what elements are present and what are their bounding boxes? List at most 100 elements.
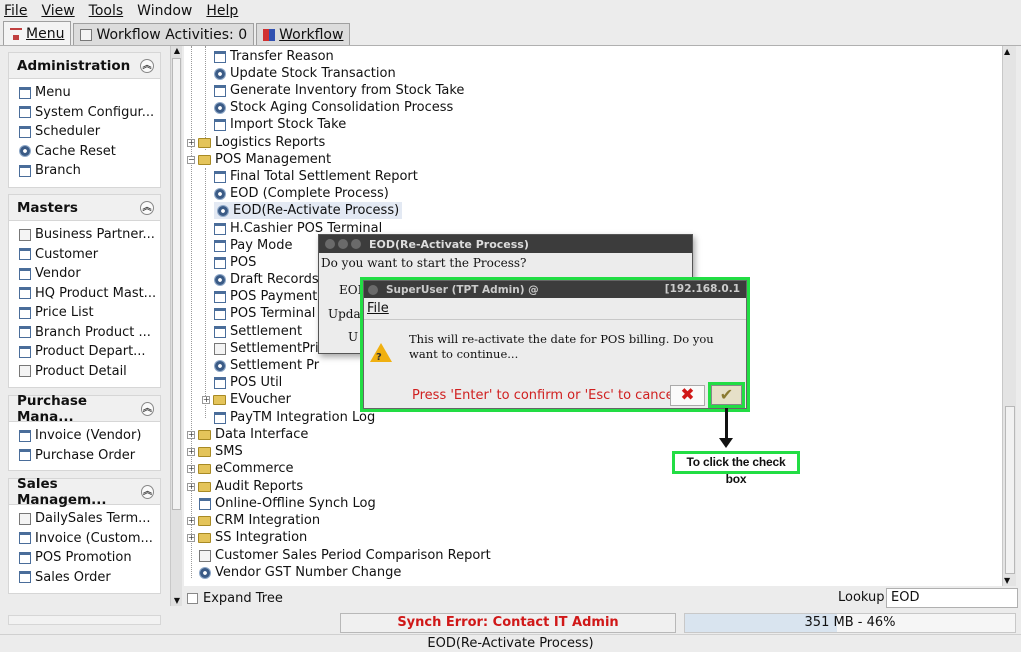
collapse-icon[interactable]: ︽ — [140, 58, 154, 73]
left-item-invoice-vendor[interactable]: Invoice (Vendor) — [9, 426, 160, 446]
left-item-product-detail[interactable]: Product Detail — [9, 362, 160, 382]
synch-error-status[interactable]: Synch Error: Contact IT Admin — [340, 613, 676, 633]
menu-help[interactable]: Help — [206, 3, 238, 19]
expand-icon[interactable]: + — [187, 430, 195, 439]
confirm-dialog: SuperUser (TPT Admin) @ [192.168.0.1 Fil… — [363, 280, 747, 409]
tree-item[interactable]: Import Stock Take — [214, 116, 346, 133]
collapse-icon[interactable]: ︽ — [140, 484, 154, 499]
left-item-purchase-order[interactable]: Purchase Order — [9, 446, 160, 466]
tree-folder-pos-management[interactable]: − POS Management — [187, 151, 331, 168]
expand-icon[interactable]: + — [187, 482, 195, 491]
window-icon — [214, 325, 226, 338]
dialog-menu-file[interactable]: File — [364, 298, 746, 320]
tree-item[interactable]: POS — [214, 254, 256, 271]
tree-item[interactable]: SettlementPri — [214, 340, 319, 357]
window-icon — [19, 248, 31, 261]
left-item-system-config[interactable]: System Configur... — [9, 103, 160, 123]
tree-item[interactable]: Vendor GST Number Change — [199, 564, 401, 581]
tree-item[interactable]: Customer Sales Period Comparison Report — [199, 547, 491, 564]
tab-workflow[interactable]: Workflow — [256, 23, 351, 45]
expand-icon[interactable]: + — [187, 464, 195, 473]
expand-tree-checkbox[interactable] — [187, 592, 198, 604]
left-item-hq-product[interactable]: HQ Product Mast... — [9, 284, 160, 304]
left-item-pos-promotion[interactable]: POS Promotion — [9, 548, 160, 568]
collapse-icon[interactable]: − — [187, 155, 195, 164]
menu-file[interactable]: File — [4, 3, 27, 19]
tree-item[interactable]: Stock Aging Consolidation Process — [214, 99, 453, 116]
left-item-menu[interactable]: Menu — [9, 83, 160, 103]
tree-line — [191, 46, 192, 578]
tree-item[interactable]: EOD (Complete Process) — [214, 185, 389, 202]
tree-folder-logistics[interactable]: + Logistics Reports — [187, 134, 325, 151]
left-item-dailysales[interactable]: DailySales Term... — [9, 509, 160, 529]
left-item-scheduler[interactable]: Scheduler — [9, 122, 160, 142]
left-item-branch[interactable]: Branch — [9, 161, 160, 181]
section-header[interactable]: Masters ︽ — [9, 195, 160, 221]
tree-item[interactable]: PayTM Integration Log — [214, 409, 375, 426]
scroll-up-arrow[interactable]: ▲ — [1004, 47, 1010, 56]
lookup-input[interactable]: EOD — [886, 588, 1018, 608]
tree-folder-crm[interactable]: + CRM Integration — [187, 512, 320, 529]
tree-item[interactable]: Transfer Reason — [214, 48, 334, 65]
left-item-business-partner[interactable]: Business Partner... — [9, 225, 160, 245]
expand-icon[interactable]: + — [202, 395, 210, 404]
close-icon[interactable] — [325, 239, 335, 249]
tree-item[interactable]: Draft Records — [214, 271, 319, 288]
left-scrollbar[interactable]: ▲ ▼ — [170, 46, 182, 606]
confirm-checkmark-button[interactable]: ✔ — [711, 385, 742, 405]
tree-item[interactable]: Generate Inventory from Stock Take — [214, 82, 464, 99]
tree-item[interactable]: Settlement — [214, 323, 302, 340]
tree-item[interactable]: Pay Mode — [214, 237, 292, 254]
tree-folder-sms[interactable]: + SMS — [187, 443, 243, 460]
tree-item[interactable]: Final Total Settlement Report — [214, 168, 418, 185]
tree-item[interactable]: Update Stock Transaction — [214, 65, 396, 82]
left-item-price-list[interactable]: Price List — [9, 303, 160, 323]
tree-item[interactable]: Online-Offline Synch Log — [199, 495, 376, 512]
left-item-customer[interactable]: Customer — [9, 245, 160, 265]
tree-folder-ss[interactable]: + SS Integration — [187, 529, 307, 546]
tree-folder-ecommerce[interactable]: + eCommerce — [187, 460, 294, 477]
tab-menu[interactable]: Menu — [3, 21, 72, 45]
left-item-cache-reset[interactable]: Cache Reset — [9, 142, 160, 162]
menu-bar: File View Tools Window Help — [0, 0, 1021, 22]
cancel-button[interactable]: ✖ — [670, 385, 705, 406]
tree-scrollbar[interactable]: ▲ ▼ — [1002, 46, 1016, 586]
section-header[interactable]: Administration ︽ — [9, 53, 160, 79]
tree-folder-data-interface[interactable]: + Data Interface — [187, 426, 308, 443]
scroll-down-arrow[interactable]: ▼ — [172, 596, 182, 606]
scroll-thumb[interactable] — [172, 58, 181, 510]
window-icon — [214, 170, 226, 183]
tree-item-selected[interactable]: EOD(Re-Activate Process) — [214, 202, 403, 219]
left-item-branch-product[interactable]: Branch Product ... — [9, 323, 160, 343]
scroll-thumb[interactable] — [1005, 406, 1015, 574]
section-header[interactable]: Sales Managem... ︽ — [9, 476, 160, 508]
menu-window[interactable]: Window — [137, 3, 192, 19]
left-item-sales-order[interactable]: Sales Order — [9, 568, 160, 588]
maximize-icon[interactable] — [351, 239, 361, 249]
collapse-icon[interactable]: ︽ — [140, 200, 154, 215]
expand-icon[interactable]: + — [187, 138, 195, 147]
tree-item[interactable]: POS Util — [214, 374, 282, 391]
tree-item[interactable]: POS Terminal — [214, 305, 315, 322]
menu-tools[interactable]: Tools — [89, 3, 124, 19]
minimize-icon[interactable] — [338, 239, 348, 249]
tree-item[interactable]: POS Payment — [214, 288, 317, 305]
expand-icon[interactable]: + — [187, 516, 195, 525]
memory-status[interactable]: 351 MB - 46% — [684, 613, 1016, 633]
tree-folder-evoucher[interactable]: + EVoucher — [202, 391, 291, 408]
expand-icon[interactable]: + — [187, 533, 195, 542]
tree-item[interactable]: Settlement Pr — [214, 357, 319, 374]
left-item-invoice-customer[interactable]: Invoice (Custom... — [9, 529, 160, 549]
collapse-icon[interactable]: ︽ — [140, 401, 154, 416]
menu-view[interactable]: View — [41, 3, 74, 19]
scroll-up-arrow[interactable]: ▲ — [172, 46, 182, 56]
left-item-vendor[interactable]: Vendor — [9, 264, 160, 284]
tree-folder-audit-reports[interactable]: + Audit Reports — [187, 478, 303, 495]
document-icon — [80, 28, 93, 41]
tab-workflow-activities[interactable]: Workflow Activities: 0 — [73, 23, 255, 45]
expand-icon[interactable]: + — [187, 447, 195, 456]
left-item-product-depart[interactable]: Product Depart... — [9, 342, 160, 362]
section-header[interactable]: Purchase Mana... ︽ — [9, 393, 160, 425]
window-menu-icon[interactable] — [368, 284, 378, 295]
scroll-down-arrow[interactable]: ▼ — [1004, 576, 1010, 585]
